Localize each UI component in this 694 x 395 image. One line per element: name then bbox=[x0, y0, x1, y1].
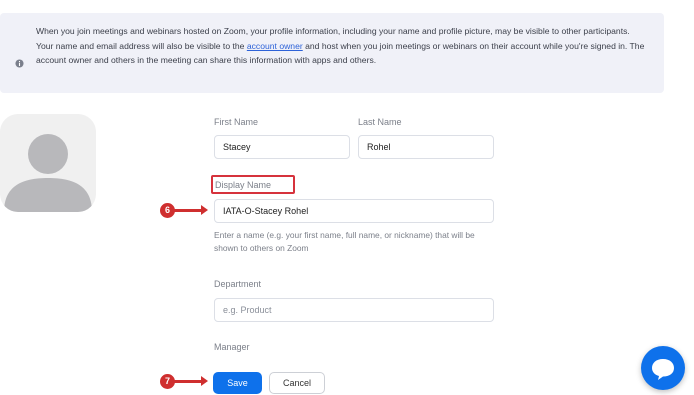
info-icon bbox=[15, 59, 24, 71]
step-6-arrow bbox=[174, 205, 208, 215]
avatar-placeholder-icon bbox=[4, 134, 92, 212]
step-6-marker: 6 bbox=[160, 203, 175, 218]
cancel-button[interactable]: Cancel bbox=[269, 372, 325, 394]
privacy-notice-text: When you join meetings and webinars host… bbox=[36, 24, 646, 68]
profile-avatar[interactable] bbox=[0, 114, 96, 212]
last-name-field[interactable]: Rohel bbox=[358, 135, 494, 159]
display-name-help: Enter a name (e.g. your first name, full… bbox=[214, 230, 475, 253]
privacy-notice: When you join meetings and webinars host… bbox=[0, 13, 664, 93]
first-name-field[interactable]: Stacey bbox=[214, 135, 350, 159]
chat-bubble-icon bbox=[652, 359, 674, 380]
step-7-arrow bbox=[174, 376, 208, 386]
display-name-label: Display Name bbox=[215, 180, 272, 190]
manager-label: Manager bbox=[214, 342, 250, 352]
account-owner-link[interactable]: account owner bbox=[247, 41, 303, 51]
display-name-field[interactable]: IATA-O-Stacey Rohel bbox=[214, 199, 494, 223]
department-field[interactable]: e.g. Product bbox=[214, 298, 494, 322]
step-7-marker: 7 bbox=[160, 374, 175, 389]
department-label: Department bbox=[214, 279, 262, 289]
save-button[interactable]: Save bbox=[213, 372, 262, 394]
last-name-label: Last Name bbox=[358, 117, 402, 127]
first-name-label: First Name bbox=[214, 117, 259, 127]
chat-button[interactable] bbox=[641, 346, 685, 390]
